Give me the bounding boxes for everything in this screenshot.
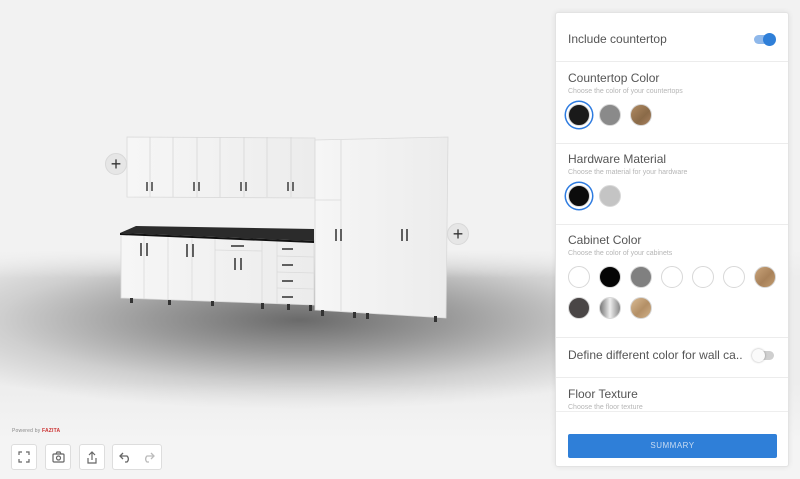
countertop-color-title: Countertop Color: [568, 71, 660, 85]
cabinet-swatch-black[interactable]: [599, 266, 621, 288]
hardware-material-subtitle: Choose the material for your hardware: [568, 169, 688, 176]
history-group: [112, 444, 162, 470]
include-countertop-row: Include countertop: [556, 32, 788, 46]
base-cabinets[interactable]: [120, 232, 315, 311]
floor-texture-title: Floor Texture: [568, 387, 638, 401]
wall-color-label: Define different color for wall ca...: [568, 348, 743, 362]
cabinet-swatch-white[interactable]: [661, 266, 683, 288]
share-icon: [87, 450, 97, 464]
include-countertop-toggle[interactable]: [754, 32, 776, 46]
cabinet-swatch-gray[interactable]: [630, 266, 652, 288]
countertop-swatch-gray[interactable]: [599, 104, 621, 126]
cabinet-swatch-white[interactable]: [568, 266, 590, 288]
cabinet-color-title: Cabinet Color: [568, 233, 642, 247]
add-cabinet-right-button[interactable]: +: [447, 223, 469, 245]
cabinet-swatch-white[interactable]: [692, 266, 714, 288]
undo-icon[interactable]: [119, 451, 133, 463]
include-countertop-label: Include countertop: [568, 32, 667, 46]
cabinet-swatch-wood-light[interactable]: [630, 297, 652, 319]
countertop-color-subtitle: Choose the color of your countertops: [568, 88, 683, 95]
camera-icon: [51, 451, 65, 463]
share-button[interactable]: [79, 444, 105, 470]
cabinet-swatch-wood[interactable]: [754, 266, 776, 288]
fullscreen-icon: [18, 451, 30, 463]
floor-texture-subtitle: Choose the floor texture: [568, 404, 643, 411]
hardware-material-title: Hardware Material: [568, 152, 667, 166]
countertop-color-section: Countertop Color Choose the color of you…: [556, 71, 788, 126]
screenshot-button[interactable]: [45, 444, 71, 470]
cabinet-color-subtitle: Choose the color of your cabinets: [568, 250, 673, 257]
configuration-panel: Include countertop Countertop Color Choo…: [555, 12, 789, 467]
countertop-swatch-wood[interactable]: [630, 104, 652, 126]
cabinet-swatch-metallic[interactable]: [599, 297, 621, 319]
countertop-swatch-black[interactable]: [568, 104, 590, 126]
summary-button[interactable]: SUMMARY: [568, 434, 777, 458]
tall-cabinet[interactable]: [314, 136, 449, 322]
fullscreen-button[interactable]: [11, 444, 37, 470]
wall-cabinets[interactable]: [126, 136, 316, 199]
cabinet-swatch-charcoal[interactable]: [568, 297, 590, 319]
hardware-swatch-black[interactable]: [568, 185, 590, 207]
cabinet-swatch-white[interactable]: [723, 266, 745, 288]
floor-texture-section: Floor Texture Choose the floor texture: [556, 387, 788, 411]
hardware-material-section: Hardware Material Choose the material fo…: [556, 152, 788, 207]
cabinet-color-section: Cabinet Color Choose the color of your c…: [556, 233, 788, 319]
wall-color-toggle[interactable]: [752, 348, 774, 362]
powered-by-logo: Powered by FAZITA: [12, 428, 61, 434]
redo-icon[interactable]: [141, 451, 155, 463]
hardware-swatch-silver[interactable]: [599, 185, 621, 207]
wall-color-row: Define different color for wall ca...: [556, 348, 788, 362]
add-wall-cabinet-left-button[interactable]: +: [105, 153, 127, 175]
